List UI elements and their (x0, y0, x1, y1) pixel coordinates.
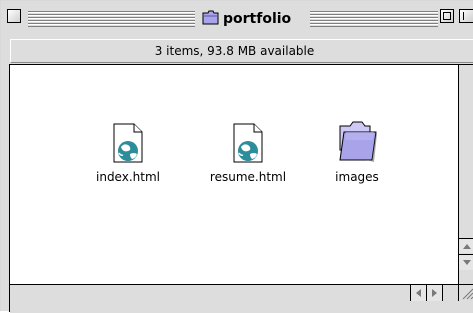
close-box-button[interactable] (7, 9, 21, 23)
vertical-scrollbar[interactable] (458, 65, 473, 284)
file-label-resume-html: resume.html (209, 170, 287, 184)
scroll-left-arrow-button[interactable] (410, 285, 426, 301)
title-bar-stripes-right (310, 11, 438, 27)
file-label-index-html: index.html (96, 170, 160, 184)
html-document-icon (231, 123, 265, 167)
folder-icon (336, 120, 378, 167)
scroll-up-arrow-button[interactable] (459, 238, 473, 253)
title-bar[interactable]: portfolio (1, 1, 473, 39)
window-bottom-strip (10, 301, 473, 313)
folder-content-area[interactable]: index.html resume.html images (11, 65, 458, 284)
scrollbar-end-cap (442, 285, 458, 301)
folder-label-images: images (335, 170, 379, 184)
folder-item-images[interactable]: images (327, 120, 387, 184)
zoom-box-button[interactable] (440, 9, 454, 23)
html-document-icon (111, 123, 145, 167)
window-content-frame: index.html resume.html images (9, 64, 473, 313)
window-title: portfolio (223, 11, 292, 27)
horizontal-scrollbar[interactable] (10, 284, 458, 301)
scroll-right-arrow-button[interactable] (426, 285, 442, 301)
finder-window: portfolio 3 items, 93.8 MB available ind… (0, 0, 473, 313)
collapse-box-button[interactable] (459, 9, 473, 23)
file-item-resume-html[interactable]: resume.html (199, 123, 297, 184)
window-info-bar: 3 items, 93.8 MB available (10, 39, 473, 63)
file-item-index-html[interactable]: index.html (83, 123, 173, 184)
window-title-group: portfolio (198, 9, 296, 29)
scroll-down-arrow-button[interactable] (459, 254, 473, 270)
folder-icon (202, 10, 219, 29)
title-bar-stripes-left (28, 11, 195, 27)
resize-grow-box[interactable] (458, 284, 473, 301)
items-status-text: 3 items, 93.8 MB available (154, 44, 315, 58)
